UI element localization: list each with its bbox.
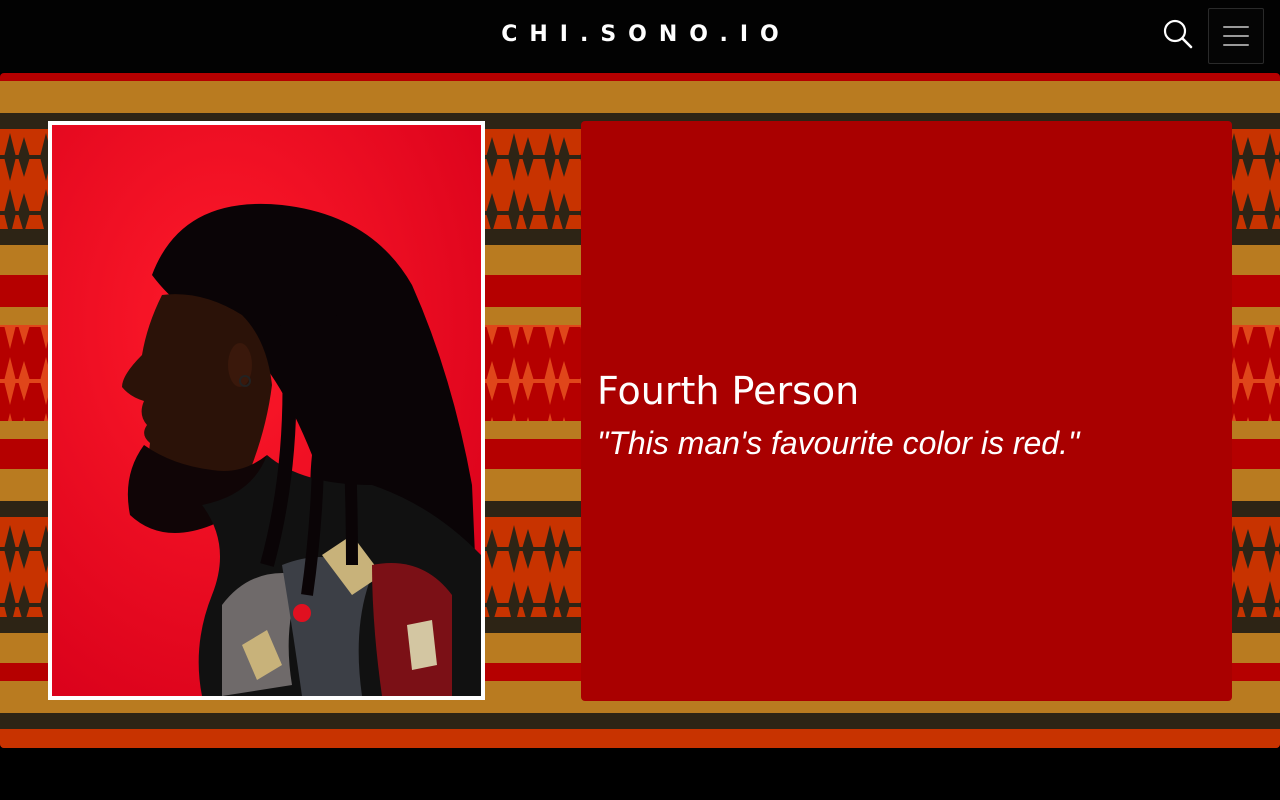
menu-toggle-button[interactable]	[1208, 8, 1264, 64]
profile-info-card: Fourth Person "This man's favourite colo…	[581, 121, 1232, 701]
page-bottom-strip	[0, 749, 1280, 800]
search-icon	[1163, 19, 1193, 49]
top-navbar: CHI.SONO.IO	[0, 0, 1280, 72]
hamburger-menu-icon	[1223, 26, 1249, 46]
profile-photo	[48, 121, 485, 700]
brand-logo[interactable]: CHI.SONO.IO	[0, 0, 1280, 72]
search-button[interactable]	[1160, 16, 1196, 52]
person-name-heading: Fourth Person	[597, 369, 860, 413]
person-portrait	[52, 125, 481, 696]
person-quote: "This man's favourite color is red."	[597, 425, 1080, 461]
hero-section: Fourth Person "This man's favourite colo…	[0, 73, 1280, 748]
